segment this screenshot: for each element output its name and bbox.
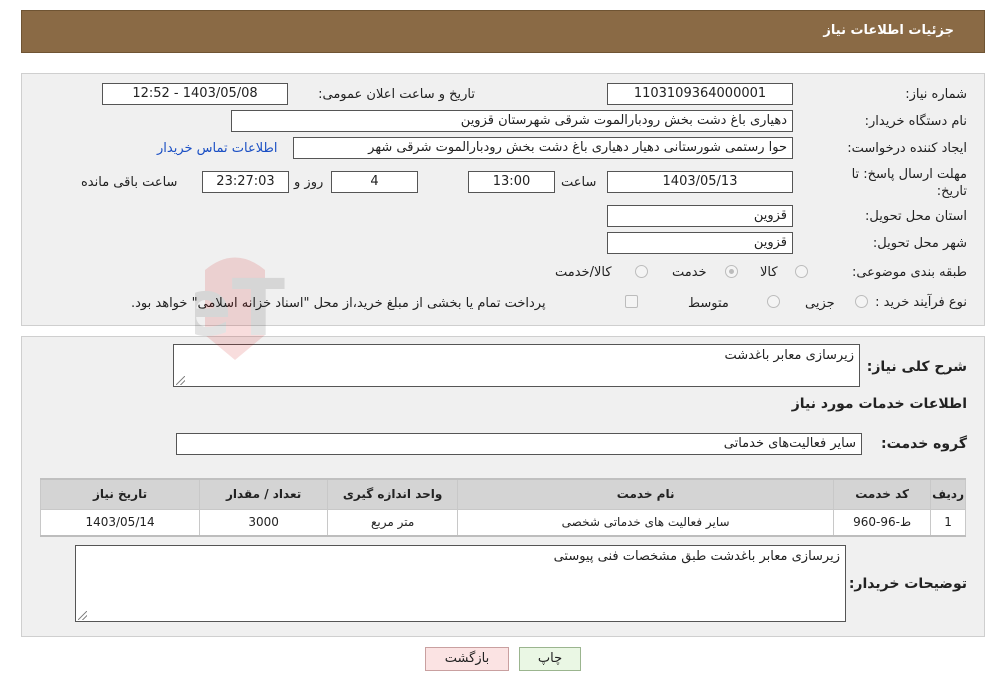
summary-label: شرح کلی نیاز: <box>866 359 967 375</box>
buyer-notes-text: زیرسازی معابر باغدشت طبق مشخصات فنی پیوس… <box>553 549 840 564</box>
back-button[interactable]: بازگشت <box>425 647 509 671</box>
page-title: جزئیات اطلاعات نیاز <box>823 23 954 38</box>
category-goods-radio[interactable] <box>795 265 808 278</box>
services-section-title: اطلاعات خدمات مورد نیاز <box>791 396 967 412</box>
remaining-days-label: روز و <box>294 175 324 190</box>
col-row-header: ردیف <box>930 478 966 510</box>
print-button[interactable]: چاپ <box>519 647 581 671</box>
service-group-label: گروه خدمت: <box>881 436 967 452</box>
city-field[interactable]: قزوین <box>607 232 793 254</box>
category-goods-service-radio[interactable] <box>635 265 648 278</box>
deadline-label: مهلت ارسال پاسخ: تا تاریخ: <box>851 167 967 199</box>
process-medium-label: متوسط <box>688 296 729 311</box>
announce-datetime-field[interactable]: 1403/05/08 - 12:52 <box>102 83 288 105</box>
cell-date: 1403/05/14 <box>39 508 201 537</box>
col-date-header: تاریخ نیاز <box>39 478 201 510</box>
buyer-org-field[interactable]: دهیاری باغ دشت بخش رودبارالموت شرقی شهرس… <box>231 110 793 132</box>
summary-textarea[interactable]: زیرسازی معابر باغدشت <box>173 344 860 387</box>
col-qty-header: تعداد / مقدار <box>199 478 329 510</box>
treasury-docs-note: پرداخت تمام یا بخشی از مبلغ خرید،از محل … <box>131 296 546 311</box>
process-minor-radio[interactable] <box>855 295 868 308</box>
buyer-org-label: نام دستگاه خریدار: <box>864 114 967 129</box>
buyer-notes-textarea[interactable]: زیرسازی معابر باغدشت طبق مشخصات فنی پیوس… <box>75 545 846 622</box>
category-label: طبقه بندی موضوعی: <box>851 265 967 280</box>
remaining-time-field[interactable]: 23:27:03 <box>202 171 289 193</box>
buyer-notes-label: توضیحات خریدار: <box>848 576 967 592</box>
resize-handle-icon[interactable] <box>78 611 87 620</box>
need-number-label: شماره نیاز: <box>905 87 967 102</box>
province-label: استان محل تحویل: <box>865 209 967 224</box>
category-goods-label: کالا <box>760 265 778 280</box>
services-table: ردیف کد خدمت نام خدمت واحد اندازه گیری ت… <box>39 478 966 537</box>
category-goods-service-label: کالا/خدمت <box>555 265 612 280</box>
treasury-docs-checkbox[interactable] <box>625 295 638 308</box>
deadline-time-label: ساعت <box>561 175 597 190</box>
resize-handle-icon[interactable] <box>176 376 185 385</box>
remaining-time-label: ساعت باقی مانده <box>81 175 178 190</box>
deadline-date-field[interactable]: 1403/05/13 <box>607 171 793 193</box>
announce-datetime-label: تاریخ و ساعت اعلان عمومی: <box>318 87 475 102</box>
city-label: شهر محل تحویل: <box>872 236 967 251</box>
process-medium-radio[interactable] <box>767 295 780 308</box>
summary-text: زیرسازی معابر باغدشت <box>724 348 855 363</box>
process-minor-label: جزیی <box>805 296 835 311</box>
deadline-time-field[interactable]: 13:00 <box>468 171 555 193</box>
service-group-field[interactable]: سایر فعالیت‌های خدماتی <box>176 433 862 455</box>
col-unit-header: واحد اندازه گیری <box>327 478 459 510</box>
col-name-header: نام خدمت <box>457 478 835 510</box>
category-service-radio[interactable] <box>725 265 738 278</box>
table-header-row: ردیف کد خدمت نام خدمت واحد اندازه گیری ت… <box>39 478 966 510</box>
cell-row: 1 <box>930 508 966 537</box>
category-service-label: خدمت <box>672 265 707 280</box>
cell-name: سایر فعالیت های خدماتی شخصی <box>457 508 835 537</box>
cell-code: ط-96-960 <box>833 508 932 537</box>
buyer-contact-link[interactable]: اطلاعات تماس خریدار <box>157 141 277 156</box>
requester-label: ایجاد کننده درخواست: <box>847 141 967 156</box>
page-header: جزئیات اطلاعات نیاز <box>21 10 985 53</box>
cell-unit: متر مربع <box>327 508 459 537</box>
col-code-header: کد خدمت <box>833 478 932 510</box>
requester-field[interactable]: حوا رستمی شورستانی دهیار دهیاری باغ دشت … <box>293 137 793 159</box>
province-field[interactable]: قزوین <box>607 205 793 227</box>
cell-qty: 3000 <box>199 508 329 537</box>
need-number-field[interactable]: 1103109364000001 <box>607 83 793 105</box>
purchase-process-label: نوع فرآیند خرید : <box>875 295 967 310</box>
remaining-days-field[interactable]: 4 <box>331 171 418 193</box>
table-row: 1 ط-96-960 سایر فعالیت های خدماتی شخصی م… <box>39 508 966 537</box>
